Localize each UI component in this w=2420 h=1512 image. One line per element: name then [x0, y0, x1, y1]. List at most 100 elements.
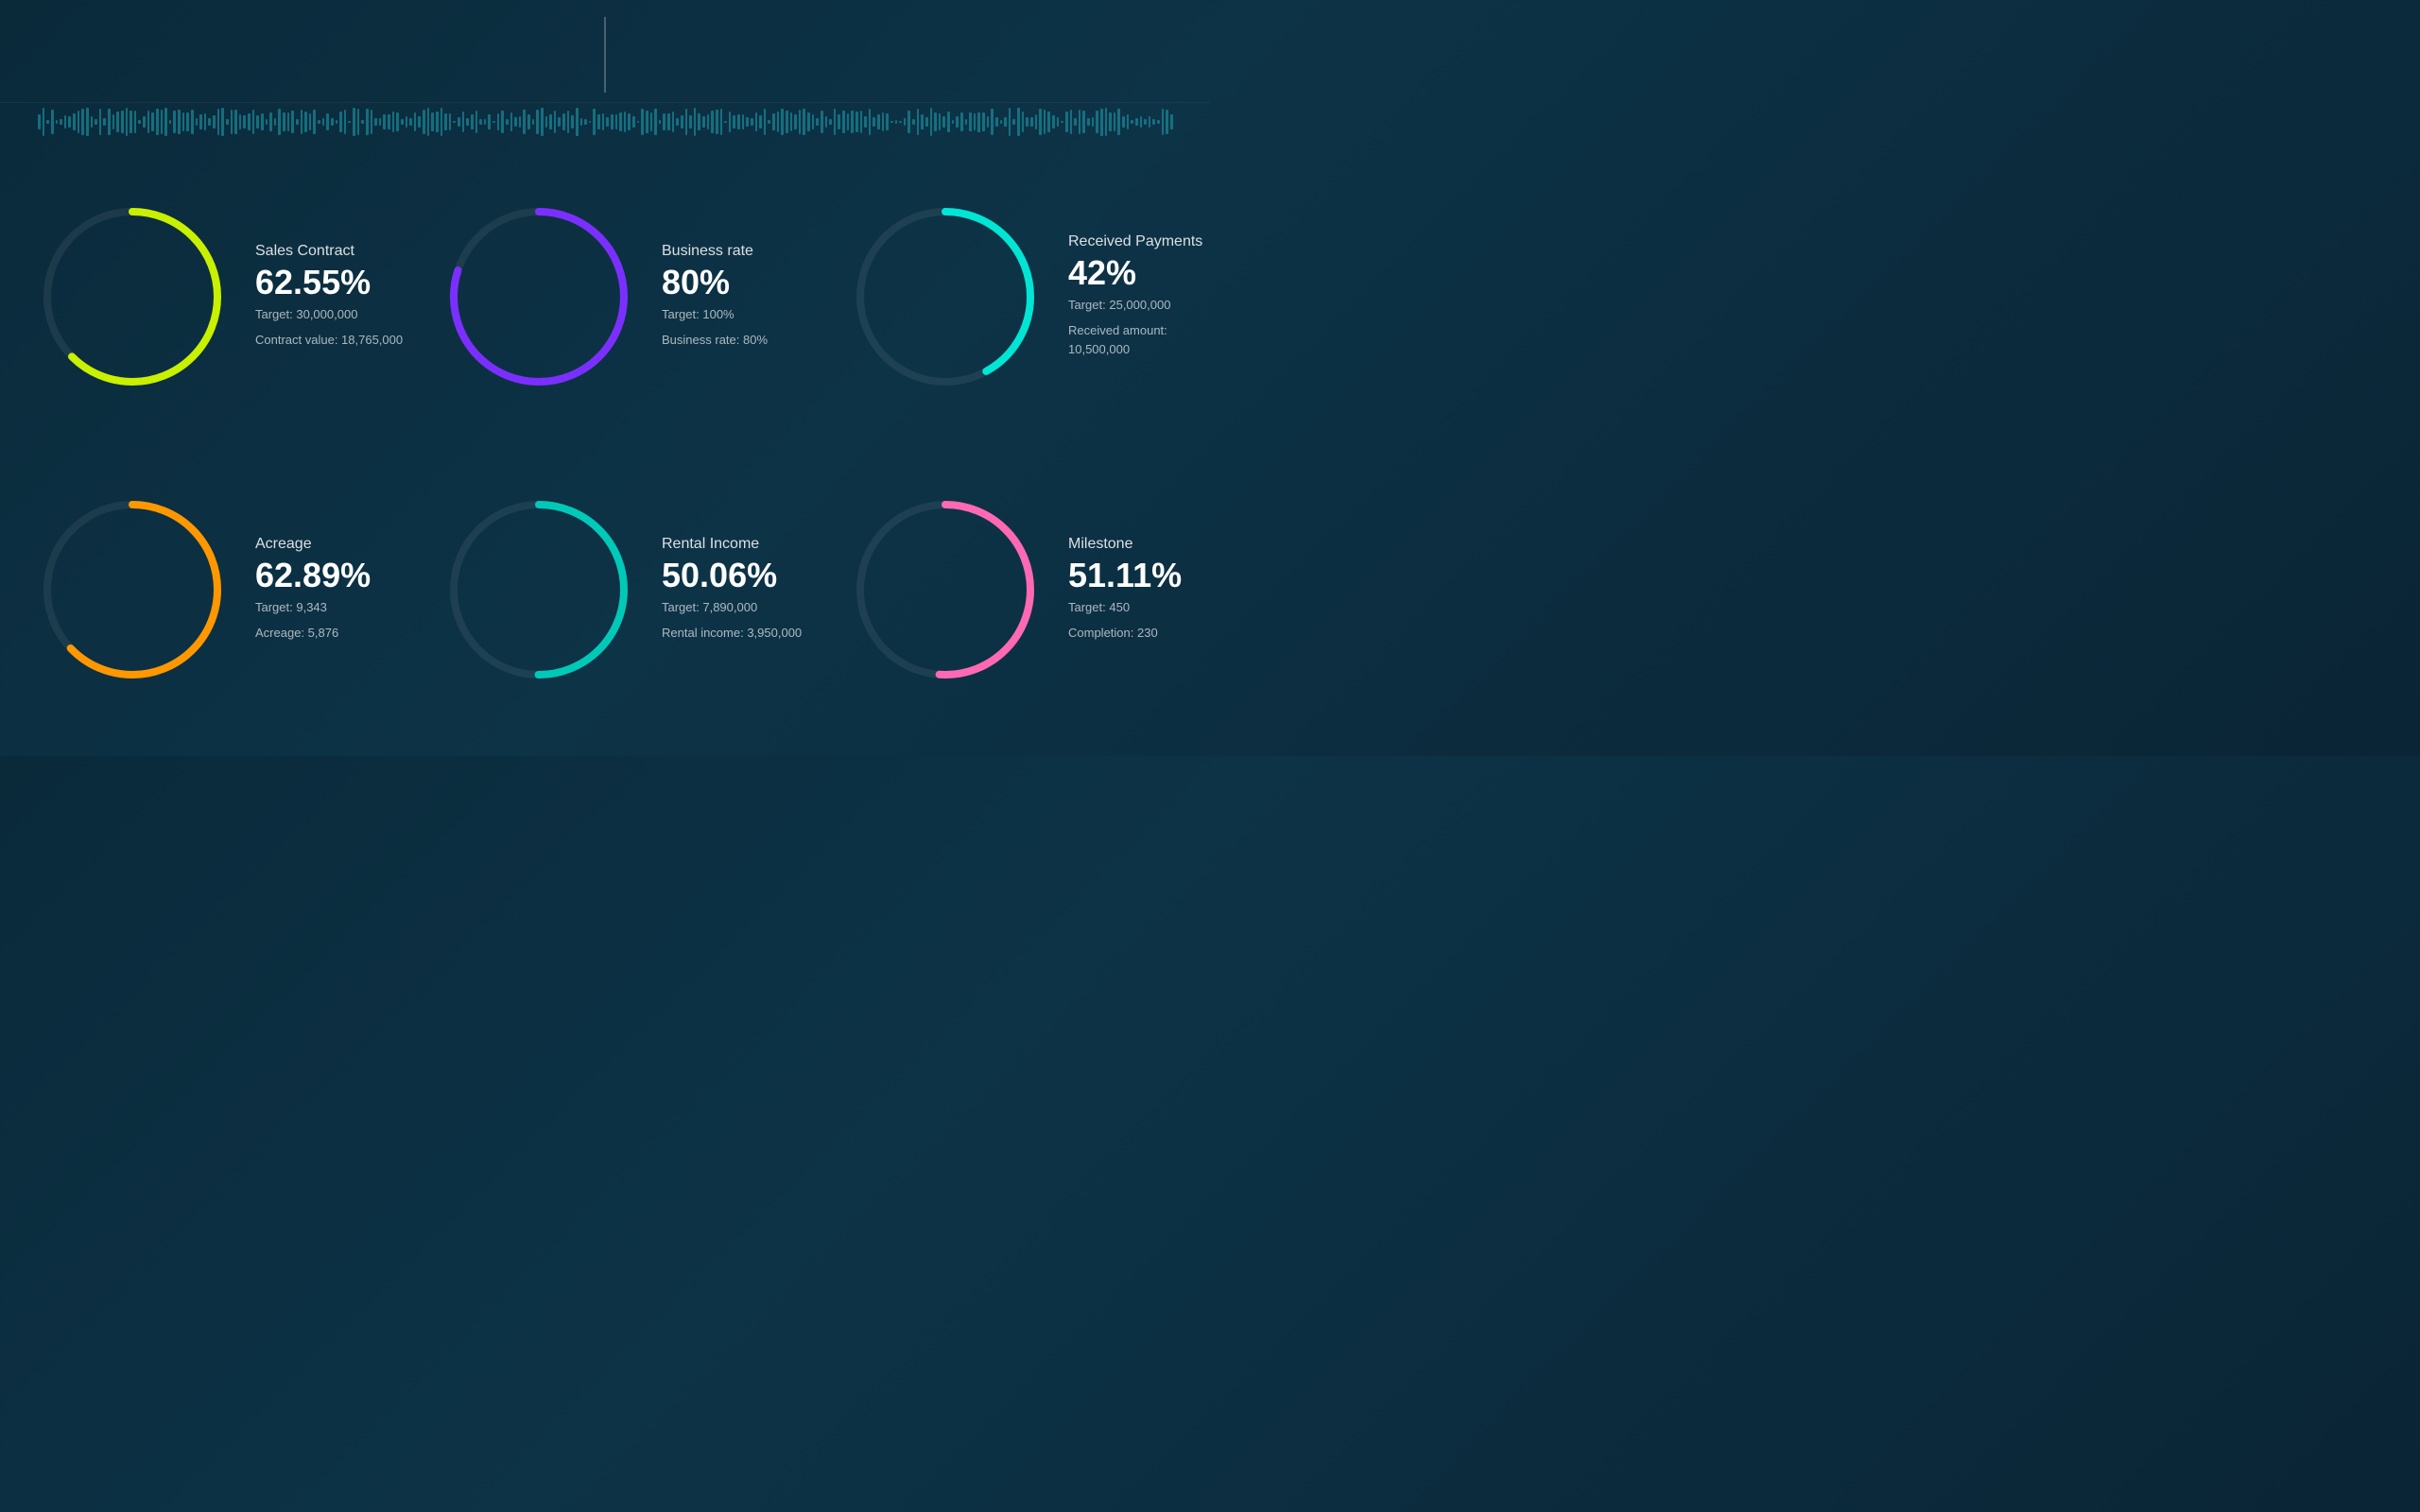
waveform-bar-item: [234, 110, 237, 135]
waveform-bar-item: [309, 113, 312, 131]
waveform-bar-item: [1026, 117, 1028, 126]
card-milestone: Milestone 51.11% Target: 450Completion: …: [832, 443, 1238, 736]
waveform-bar-item: [1166, 110, 1168, 134]
waveform-bar-item: [357, 109, 360, 135]
waveform-bar-item: [103, 118, 106, 127]
waveform-bar-item: [995, 117, 998, 127]
waveform-bar-item: [764, 109, 767, 135]
waveform-bar-item: [912, 119, 915, 125]
waveform-bar-item: [1096, 111, 1098, 134]
waveform-bar-item: [366, 109, 369, 134]
circle-business-rate: [444, 202, 633, 391]
waveform-bar-item: [313, 110, 316, 135]
waveform-bar-item: [615, 114, 618, 129]
waveform-bar-item: [895, 120, 898, 124]
waveform-bar-item: [956, 116, 959, 129]
waveform-bar-item: [178, 110, 181, 135]
waveform-bar-item: [851, 111, 854, 132]
card-detail: Rental income: 3,950,000: [662, 624, 813, 644]
waveform-bar-item: [873, 117, 875, 128]
waveform-bar-item: [746, 117, 749, 127]
waveform-bar-item: [676, 118, 679, 127]
waveform-bar-item: [917, 109, 920, 136]
waveform-bar-item: [886, 113, 889, 130]
waveform-bar-item: [659, 120, 662, 124]
waveform-bar-item: [724, 121, 727, 124]
waveform-bar-item: [46, 120, 49, 125]
waveform-bar-item: [406, 116, 408, 129]
card-percent-sales-contract: 62.55%: [255, 266, 406, 300]
waveform-bar-item: [519, 116, 522, 129]
waveform-bar-item: [1170, 114, 1173, 129]
waveform-bar-item: [38, 114, 41, 129]
waveform-bar-item: [51, 110, 54, 135]
waveform-bar-item: [479, 119, 482, 124]
waveform-bar-item: [720, 109, 723, 135]
waveform-bar-item: [1152, 119, 1155, 126]
waveform-bar-item: [947, 112, 950, 133]
profit-section: [634, 53, 1172, 57]
waveform-bar-item: [960, 112, 963, 131]
waveform-bar-item: [921, 114, 924, 130]
waveform-bar-item: [441, 108, 443, 135]
waveform-bar-item: [1061, 121, 1063, 123]
waveform-bar-item: [1100, 109, 1103, 136]
waveform-bar-item: [777, 112, 780, 132]
waveform-bar-item: [637, 121, 640, 123]
waveform-bar-item: [339, 112, 342, 132]
waveform-bar-item: [256, 115, 259, 128]
waveform-bar-item: [56, 120, 59, 124]
waveform-bar-item: [484, 119, 487, 125]
waveform-bar-item: [431, 112, 434, 132]
waveform-bar-item: [1070, 110, 1073, 135]
waveform-bar-item: [934, 112, 937, 131]
waveform-bar-item: [130, 111, 132, 132]
waveform-bar-item: [248, 113, 251, 129]
waveform-bar-item: [558, 117, 561, 126]
card-sales-contract: Sales Contract 62.55% Target: 30,000,000…: [19, 150, 425, 443]
waveform-bar-item: [694, 108, 697, 135]
waveform-bar-item: [869, 109, 872, 135]
waveform-bar-item: [199, 114, 202, 129]
cards-grid: Sales Contract 62.55% Target: 30,000,000…: [0, 141, 1210, 746]
waveform-bar-item: [1022, 112, 1025, 131]
waveform-bar-item: [396, 112, 399, 130]
waveform-bar-item: [1030, 117, 1033, 126]
card-detail: Target: 30,000,000: [255, 305, 406, 325]
waveform-bar-item: [449, 113, 452, 130]
waveform-bar-item: [1017, 108, 1020, 136]
waveform-bar-item: [716, 110, 718, 134]
waveform-bar-item: [1035, 114, 1038, 129]
waveform-bar-item: [602, 113, 605, 130]
waveform-bar-item: [641, 109, 644, 134]
waveform-bar-item: [81, 109, 84, 136]
card-title-acreage: Acreage: [255, 536, 406, 553]
waveform-bar-item: [418, 116, 421, 127]
waveform-bar-item: [821, 111, 823, 132]
waveform-bar-item: [965, 119, 968, 125]
waveform-bar-item: [790, 112, 793, 131]
waveform-bar-item: [213, 115, 216, 129]
card-title-sales-contract: Sales Contract: [255, 243, 406, 260]
waveform-bar-item: [1127, 114, 1130, 129]
waveform-bar-item: [711, 111, 714, 134]
waveform-bar-item: [196, 118, 199, 126]
waveform-bar-item: [1140, 116, 1143, 129]
waveform-bar-item: [1114, 112, 1116, 131]
waveform-bar-item: [707, 114, 710, 129]
waveform-bar-item: [1109, 112, 1112, 131]
waveform-bar-item: [1065, 112, 1068, 132]
waveform-bar-item: [1092, 117, 1095, 126]
waveform-bar-item: [541, 108, 544, 135]
dashboard-header: [0, 0, 1210, 103]
card-percent-received-payments: 42%: [1068, 256, 1219, 290]
waveform-bar-item: [78, 111, 80, 133]
waveform-bar-item: [204, 113, 207, 130]
card-inner-rental-income: Rental Income 50.06% Target: 7,890,000Re…: [444, 495, 813, 684]
waveform-bar-item: [1149, 116, 1151, 128]
waveform-bar-item: [68, 116, 71, 128]
waveform-bar-item: [646, 111, 648, 132]
waveform-bar-item: [173, 111, 176, 133]
waveform-bar-item: [1144, 119, 1147, 125]
waveform-bar-item: [562, 113, 565, 130]
